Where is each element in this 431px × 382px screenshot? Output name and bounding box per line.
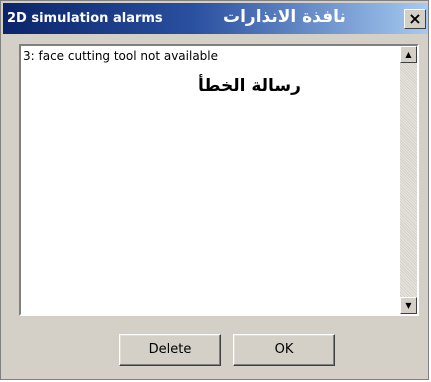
window-title-arabic: نافذة الانذارات <box>223 7 346 27</box>
list-item[interactable]: 3: face cutting tool not available <box>23 49 218 63</box>
window-title: 2D simulation alarms <box>7 11 163 26</box>
alarm-window: 2D simulation alarms نافذة الانذارات × 3… <box>0 0 429 380</box>
arrow-down-icon: ▼ <box>405 301 412 310</box>
vertical-scrollbar[interactable]: ▲ ▼ <box>400 46 417 314</box>
scroll-down-button[interactable]: ▼ <box>400 297 417 314</box>
scroll-up-button[interactable]: ▲ <box>400 46 417 63</box>
error-message-annotation: رسالة الخطأ <box>198 76 301 96</box>
ok-button[interactable]: OK <box>233 334 335 366</box>
delete-button[interactable]: Delete <box>119 334 221 366</box>
alarm-list[interactable]: 3: face cutting tool not available رسالة… <box>19 44 419 316</box>
arrow-up-icon: ▲ <box>405 50 412 59</box>
alarm-list-content: 3: face cutting tool not available رسالة… <box>21 46 400 314</box>
close-icon: × <box>408 9 422 28</box>
close-button[interactable]: × <box>404 9 426 29</box>
title-bar[interactable]: 2D simulation alarms نافذة الانذارات × <box>3 3 428 34</box>
